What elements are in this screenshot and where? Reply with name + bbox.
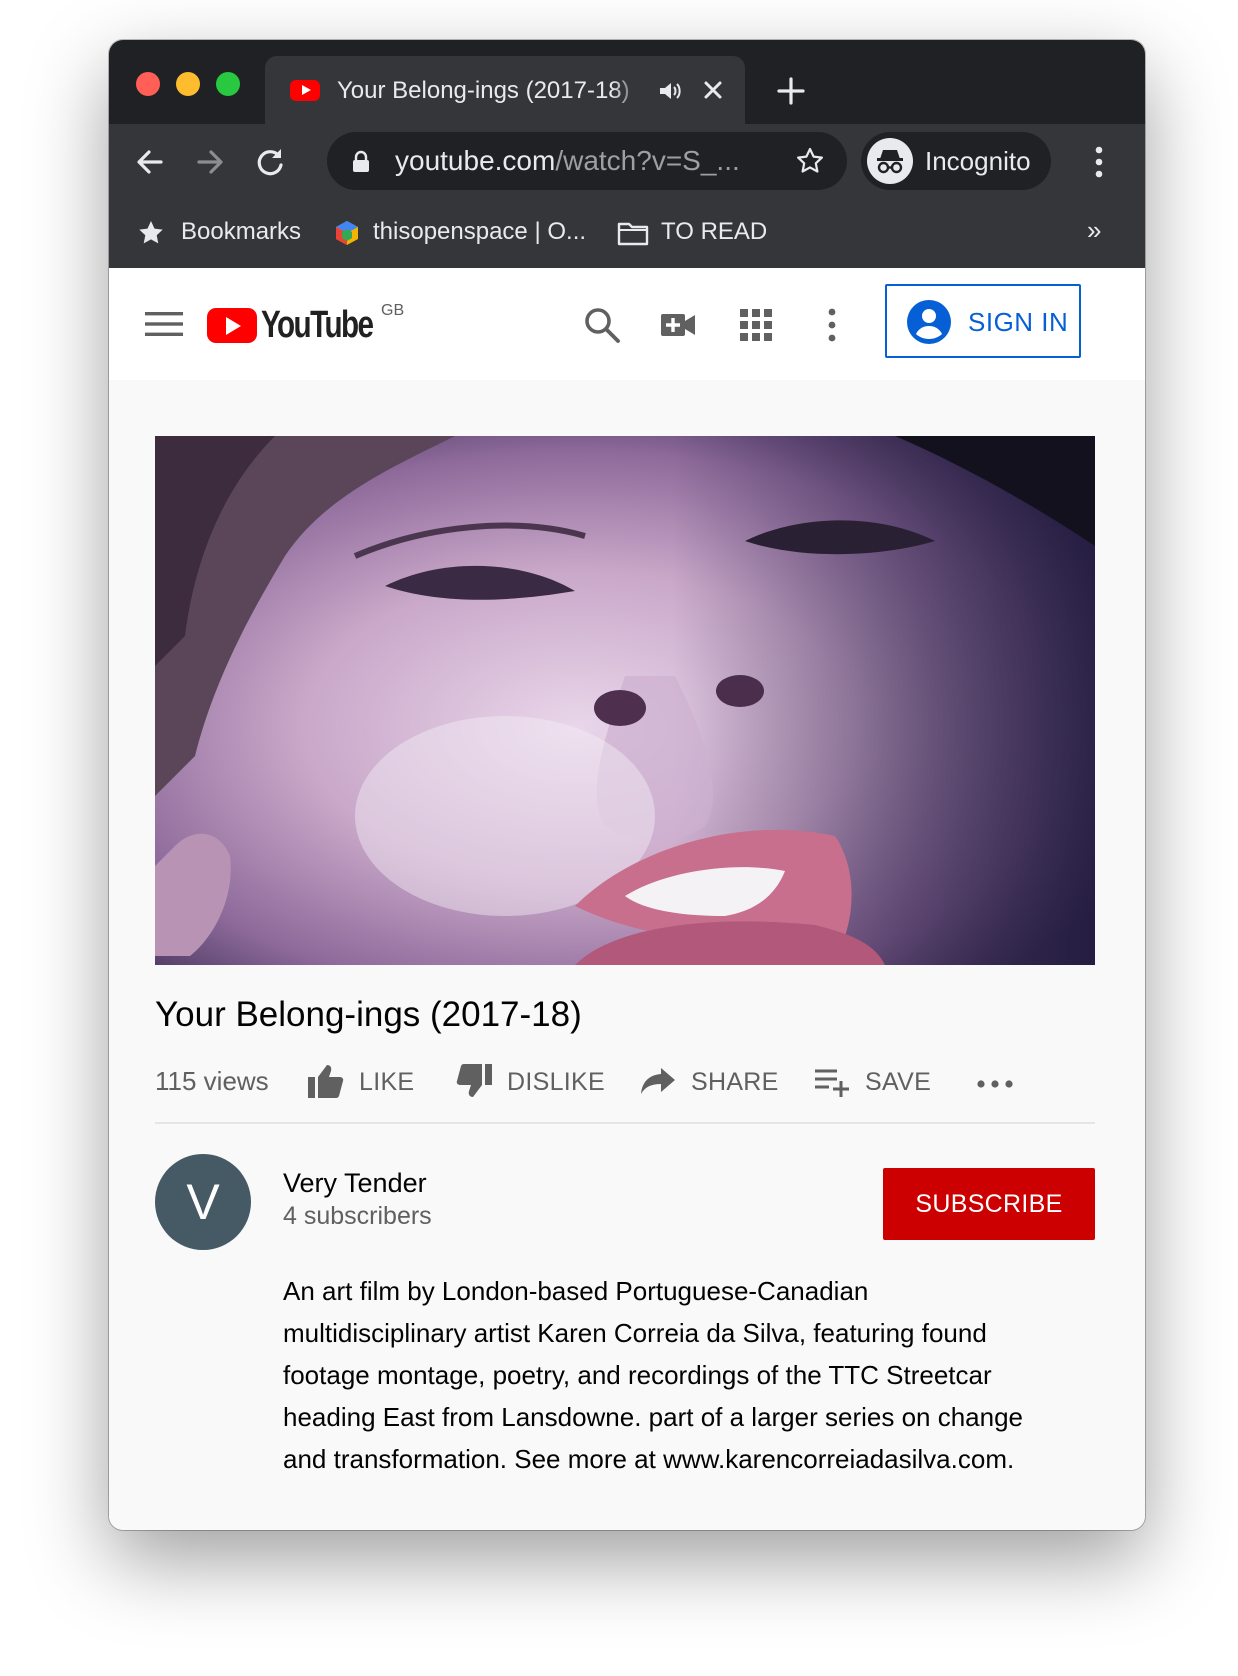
settings-more-icon[interactable] [813,306,851,344]
like-button[interactable]: LIKE [307,1060,417,1102]
tab-title: Your Belong-ings (2017-18) [337,74,642,108]
speaker-icon[interactable] [657,78,683,104]
channel-name[interactable]: Very Tender [283,1166,427,1200]
share-arrow-icon [641,1068,675,1094]
watch-page: Your Belong-ings (2017-18) 115 views LIK… [109,380,1145,1530]
youtube-play-logo-icon [207,308,257,343]
description-line: multidisciplinary artist Karen Correia d… [283,1318,987,1348]
bookmark-item-to-read[interactable]: TO READ [661,214,767,250]
description-line: and transformation. See more at www.kare… [283,1444,1015,1474]
sign-in-label: SIGN IN [968,307,1069,337]
youtube-header: YouTube GB SIGN IN [109,268,1145,380]
zoom-window-button[interactable] [216,72,240,96]
tab-active[interactable]: Your Belong-ings (2017-18) [265,56,745,124]
more-actions-icon[interactable] [975,1070,1015,1094]
bookmarks-bar: Bookmarks thisopenspace | O... TO READ » [109,200,1145,269]
url-host: youtube.com [395,145,556,176]
divider [155,1122,1095,1124]
dislike-label: DISLIKE [507,1068,605,1096]
folder-icon [617,222,649,246]
minimize-window-button[interactable] [176,72,200,96]
close-window-button[interactable] [136,72,160,96]
incognito-icon [867,138,913,184]
save-label: SAVE [865,1068,932,1096]
back-arrow-icon[interactable] [133,145,167,179]
bookmark-star-icon[interactable] [795,146,825,176]
incognito-profile-button[interactable]: Incognito [861,132,1051,190]
forward-arrow-icon[interactable] [193,145,227,179]
dislike-button[interactable]: DISLIKE [455,1060,605,1102]
reload-icon[interactable] [253,145,287,179]
bookmark-item-thisopenspace[interactable]: thisopenspace | O... [373,214,586,250]
channel-avatar[interactable]: V [155,1154,251,1250]
youtube-wordmark: YouTube [261,304,374,346]
menu-icon[interactable] [145,310,183,338]
browser-window: Your Belong-ings (2017-18) youtube.com/w… [109,40,1145,1530]
account-circle-icon [907,300,951,344]
create-video-icon[interactable] [659,306,697,344]
tab-strip: Your Belong-ings (2017-18) [109,40,1145,124]
description-line: footage montage, poetry, and recordings … [283,1360,992,1390]
url-text[interactable]: youtube.com/watch?v=S_... [395,144,740,178]
subscribe-button[interactable]: SUBSCRIBE [883,1168,1095,1240]
description-line: An art film by London-based Portuguese-C… [283,1276,869,1306]
youtube-logo[interactable]: YouTube [207,304,389,348]
lock-icon[interactable] [351,150,371,172]
playlist-add-icon [815,1069,849,1097]
address-bar[interactable]: youtube.com/watch?v=S_... [327,132,847,190]
share-button[interactable]: SHARE [639,1060,779,1102]
bookmarks-overflow-button[interactable]: » [1087,212,1101,248]
youtube-favicon-icon [290,80,320,101]
sign-in-button[interactable]: SIGN IN [885,284,1081,358]
site-favicon-icon [336,221,358,245]
thumbs-up-icon [308,1065,344,1098]
search-icon[interactable] [583,306,621,344]
video-player[interactable] [155,436,1095,965]
browser-toolbar: youtube.com/watch?v=S_... Incognito [109,124,1145,200]
close-tab-icon[interactable] [699,76,727,104]
url-path: /watch?v=S_... [555,145,740,176]
share-label: SHARE [691,1068,779,1096]
video-description: An art film by London-based Portuguese-C… [283,1270,1095,1480]
incognito-label: Incognito [925,146,1031,176]
region-code: GB [381,302,405,319]
star-icon [139,221,163,244]
view-count: 115 views [155,1066,269,1096]
thumbs-down-icon [456,1064,492,1097]
apps-grid-icon[interactable] [737,306,775,344]
bookmark-item-bookmarks[interactable]: Bookmarks [181,214,301,250]
video-title: Your Belong-ings (2017-18) [155,995,582,1034]
like-label: LIKE [359,1068,415,1096]
description-line: heading East from Lansdowne. part of a l… [283,1402,1024,1432]
video-frame [155,436,1095,965]
save-button[interactable]: SAVE [813,1060,943,1102]
browser-menu-icon[interactable] [1093,144,1105,180]
subscriber-count: 4 subscribers [283,1202,432,1230]
new-tab-icon[interactable] [774,74,808,108]
